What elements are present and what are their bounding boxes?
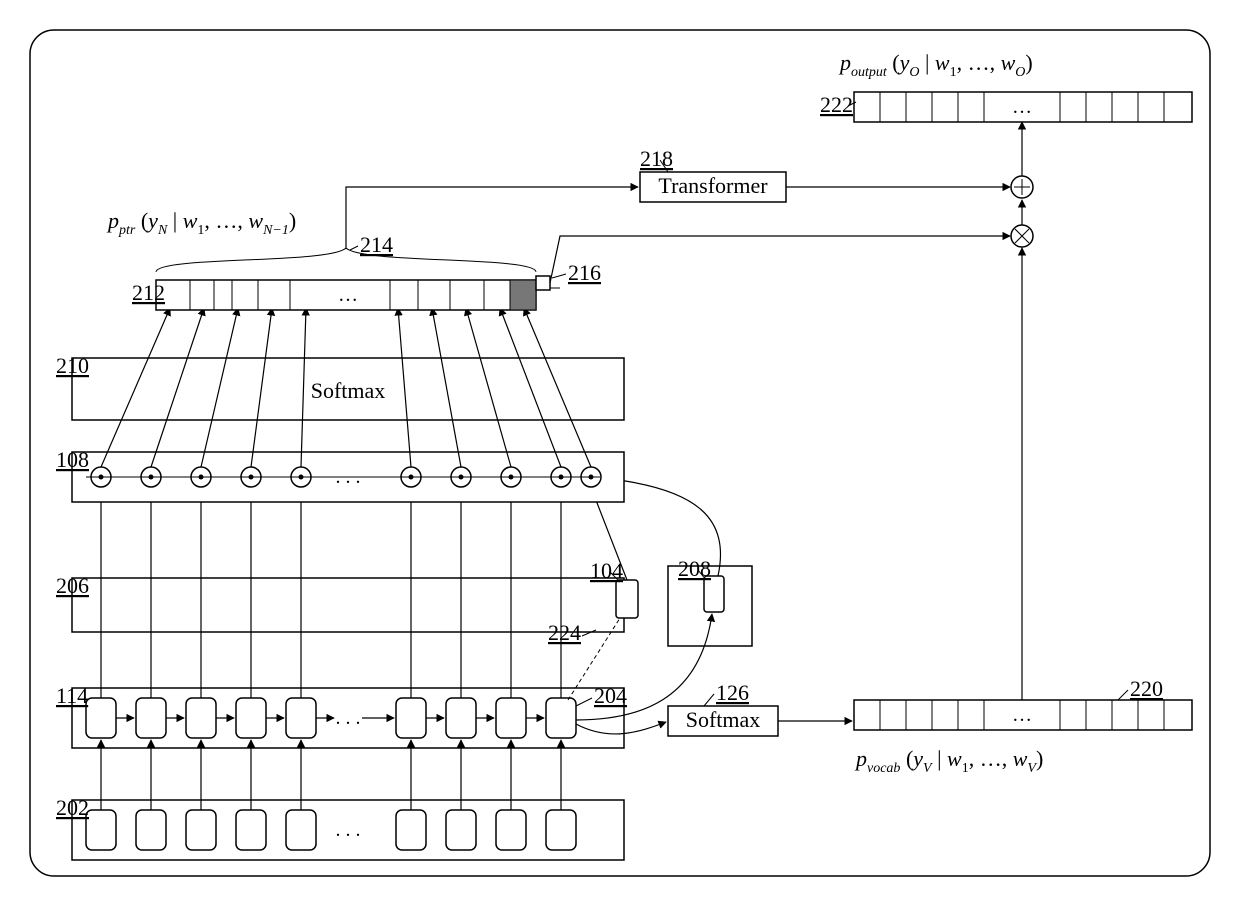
ref-114: 114 <box>56 683 88 708</box>
ellipsis-input: . . . <box>336 819 361 841</box>
softmax-top-label: Softmax <box>311 378 386 403</box>
dot-row: . . . <box>72 452 624 502</box>
svg-text:…: … <box>1012 704 1032 726</box>
ref-218: 218 <box>640 146 673 171</box>
context-block <box>72 578 624 632</box>
ref-202: 202 <box>56 795 89 820</box>
switch-216 <box>536 276 550 290</box>
input-row: . . . <box>72 800 624 860</box>
block-104 <box>616 580 638 618</box>
plus-node <box>1011 176 1033 198</box>
transformer-label: Transformer <box>658 173 768 198</box>
softmax-right-label: Softmax <box>686 707 761 732</box>
ref-212: 212 <box>132 280 165 305</box>
ref-108: 108 <box>56 447 89 472</box>
ref-208: 208 <box>678 556 711 581</box>
output-row: … <box>854 92 1192 122</box>
ellipsis-rnn: . . . <box>336 707 361 729</box>
ref-206: 206 <box>56 573 89 598</box>
ref-104: 104 <box>590 558 623 583</box>
ref-222: 222 <box>820 92 853 117</box>
mult-node <box>1011 225 1033 247</box>
ref-224: 224 <box>548 620 581 645</box>
diagram-canvas: . . . 202 . . . 114 204 206 104 224 208 <box>0 0 1240 906</box>
ptr-row: … <box>156 280 536 310</box>
ref-210: 210 <box>56 353 89 378</box>
ref-204: 204 <box>594 683 627 708</box>
svg-text:…: … <box>1012 96 1032 118</box>
ref-216: 216 <box>568 260 601 285</box>
svg-text:…: … <box>338 284 358 306</box>
ref-214: 214 <box>360 232 393 257</box>
ref-220: 220 <box>1130 676 1163 701</box>
vocab-row: … <box>854 700 1192 730</box>
ref-126: 126 <box>716 680 749 705</box>
